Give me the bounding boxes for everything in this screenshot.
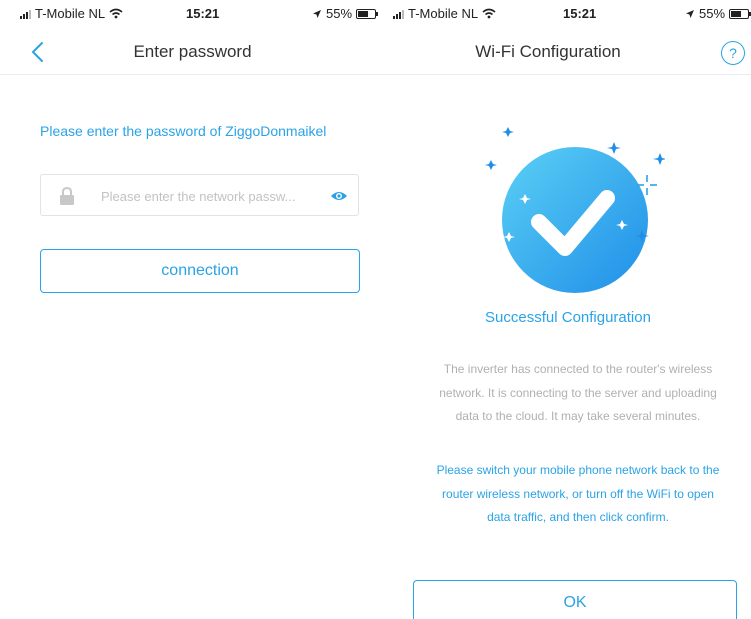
- eye-icon[interactable]: [330, 189, 348, 203]
- signal-icon: [20, 9, 31, 19]
- help-icon[interactable]: ?: [721, 41, 745, 65]
- battery-status: 55%: [685, 6, 751, 21]
- battery-percent: 55%: [326, 6, 353, 21]
- clock: 15:21: [186, 6, 220, 21]
- carrier: T-Mobile NL: [20, 6, 123, 21]
- location-arrow-icon: [313, 9, 321, 18]
- battery-icon: [356, 8, 379, 19]
- nav-bar: Enter password: [0, 30, 385, 75]
- page-title: Enter password: [133, 42, 252, 61]
- wifi-configuration-screen: T-Mobile NL 15:21 55% Wi-Fi Configuratio…: [385, 0, 751, 619]
- enter-password-screen: T-Mobile NL 15:21 55% Enter password Ple…: [0, 0, 385, 619]
- nav-bar: Wi-Fi Configuration ?: [385, 30, 751, 75]
- page-title: Wi-Fi Configuration: [475, 42, 621, 61]
- carrier-label: T-Mobile NL: [408, 6, 479, 21]
- signal-icon: [393, 9, 404, 19]
- wifi-icon: [109, 8, 123, 19]
- location-arrow-icon: [686, 9, 694, 18]
- carrier-label: T-Mobile NL: [35, 6, 106, 21]
- status-bar: T-Mobile NL 15:21 55%: [0, 0, 385, 30]
- password-input[interactable]: [99, 185, 323, 207]
- status-bar: T-Mobile NL 15:21 55%: [385, 0, 751, 30]
- ok-button[interactable]: OK: [413, 580, 737, 619]
- battery-icon: [729, 8, 751, 19]
- network-instruction: Please switch your mobile phone network …: [436, 463, 720, 524]
- lock-icon: [60, 187, 74, 205]
- success-checkmark-illustration: [485, 127, 665, 293]
- carrier: T-Mobile NL: [393, 6, 496, 21]
- status-description: The inverter has connected to the router…: [439, 362, 717, 423]
- clock: 15:21: [563, 6, 597, 21]
- password-field[interactable]: [40, 174, 359, 216]
- wifi-icon: [482, 8, 496, 19]
- connection-button[interactable]: connection: [40, 249, 360, 293]
- success-title: Successful Configuration: [485, 309, 651, 326]
- battery-percent: 55%: [699, 6, 726, 21]
- password-prompt: Please enter the password of ZiggoDonmai…: [40, 123, 327, 139]
- battery-status: 55%: [312, 6, 379, 21]
